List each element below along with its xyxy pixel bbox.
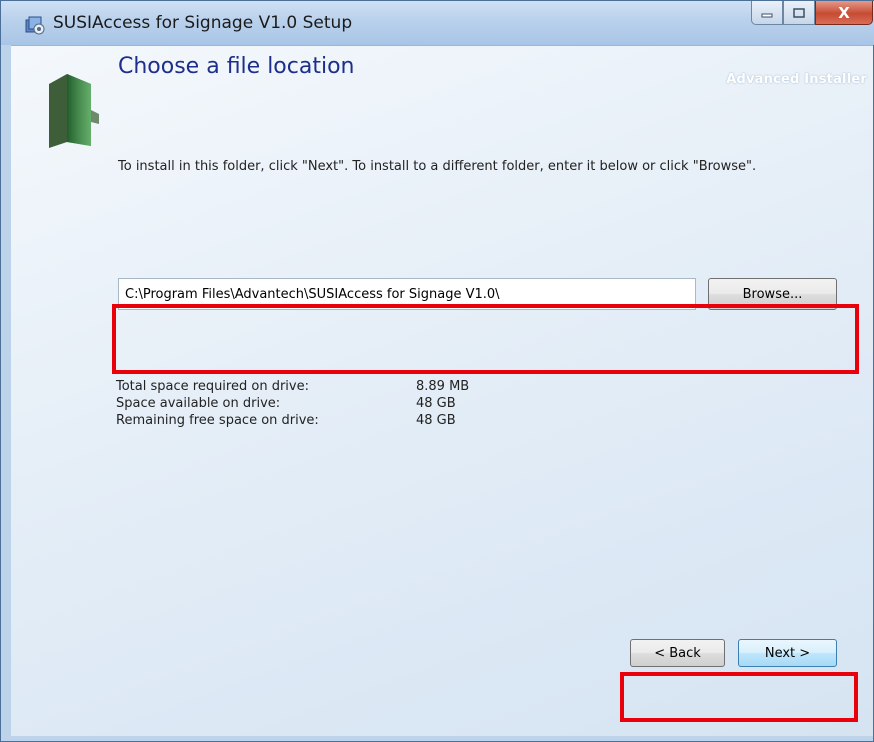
space-value: 48 GB: [416, 413, 456, 428]
highlight-box-navigation: [620, 672, 858, 722]
minimize-icon: [761, 13, 773, 17]
window-title: SUSIAccess for Signage V1.0 Setup: [53, 13, 353, 33]
close-icon: X: [838, 3, 850, 22]
setup-window: SUSIAccess for Signage V1.0 Setup X Adva…: [0, 0, 874, 742]
window-controls: X: [751, 1, 873, 27]
maximize-icon: [793, 7, 805, 18]
close-button[interactable]: X: [815, 1, 873, 25]
back-button[interactable]: < Back: [630, 639, 725, 667]
space-value: 8.89 MB: [416, 379, 470, 394]
title-bar[interactable]: SUSIAccess for Signage V1.0 Setup X: [1, 1, 874, 45]
disk-space-info: Total space required on drive: 8.89 MB S…: [116, 379, 469, 430]
space-label: Remaining free space on drive:: [116, 413, 319, 428]
instruction-text: To install in this folder, click "Next".…: [118, 159, 757, 174]
next-button[interactable]: Next >: [738, 639, 837, 667]
space-row-available: Space available on drive: 48 GB: [116, 396, 469, 413]
page-title: Choose a file location: [118, 54, 355, 79]
highlight-box-path: [112, 304, 859, 374]
folder-icon: [43, 70, 103, 150]
space-label: Total space required on drive:: [116, 379, 309, 394]
space-label: Space available on drive:: [116, 396, 281, 411]
installer-app-icon: [25, 15, 45, 35]
space-row-required: Total space required on drive: 8.89 MB: [116, 379, 469, 396]
maximize-button[interactable]: [783, 1, 815, 25]
minimize-button[interactable]: [751, 1, 783, 25]
brand-watermark: Advanced Installer: [726, 72, 867, 87]
space-row-remaining: Remaining free space on drive: 48 GB: [116, 413, 469, 430]
space-value: 48 GB: [416, 396, 456, 411]
